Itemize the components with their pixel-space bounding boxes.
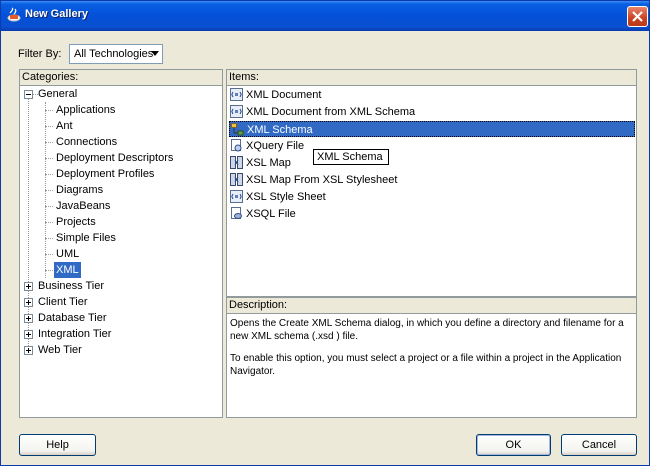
tree-item-database-tier[interactable]: Database Tier (24, 310, 108, 326)
help-button[interactable]: Help (19, 434, 96, 456)
filter-dropdown[interactable]: All Technologies (69, 44, 163, 64)
item-xsl-style-sheet[interactable]: XSL Style Sheet (229, 189, 635, 205)
tree-item-web-tier[interactable]: Web Tier (24, 342, 84, 358)
tree-item-client-tier[interactable]: Client Tier (24, 294, 90, 310)
tree-item-javabeans[interactable]: JavaBeans (45, 198, 112, 214)
xml-schema-icon (231, 123, 244, 136)
xsql-file-icon (231, 207, 242, 219)
tree-item-simple-files[interactable]: Simple Files (45, 230, 118, 246)
tree-item-general[interactable]: General (24, 86, 79, 102)
new-gallery-dialog: New Gallery Filter By: All Technologies … (0, 0, 650, 466)
xml-document-icon (230, 88, 243, 101)
xml-document-icon (230, 105, 243, 118)
xml-document-icon (230, 190, 243, 203)
expand-icon[interactable] (24, 298, 33, 307)
tree-item-business-tier[interactable]: Business Tier (24, 278, 106, 294)
ok-button[interactable]: OK (476, 434, 551, 456)
collapse-icon[interactable] (24, 90, 33, 99)
description-header: Description: (227, 298, 636, 314)
tree-item-deployment-profiles[interactable]: Deployment Profiles (45, 166, 156, 182)
tree-item-diagrams[interactable]: Diagrams (45, 182, 105, 198)
item-xquery-file[interactable]: XQuery File (229, 138, 635, 154)
item-xsl-map-from-xsl-stylesheet[interactable]: XSL Map From XSL Stylesheet (229, 172, 635, 188)
close-button[interactable] (627, 6, 648, 27)
item-xml-document-from-xml-schema[interactable]: XML Document from XML Schema (229, 104, 635, 120)
item-xsql-file[interactable]: XSQL File (229, 206, 635, 222)
expand-icon[interactable] (24, 314, 33, 323)
tree-item-xml[interactable]: XML (45, 262, 81, 278)
description-paragraph-2: To enable this option, you must select a… (230, 353, 622, 377)
window-title: New Gallery (25, 8, 88, 20)
xsl-map-icon (230, 156, 243, 169)
coffee-cup-icon (7, 7, 21, 22)
categories-tree: General Applications Ant Connections Deploy… (20, 86, 222, 417)
categories-header: Categories: (20, 70, 222, 86)
tree-item-deployment-descriptors[interactable]: Deployment Descriptors (45, 150, 175, 166)
tree-item-ant[interactable]: Ant (45, 118, 75, 134)
tree-item-integration-tier[interactable]: Integration Tier (24, 326, 113, 342)
tree-item-applications[interactable]: Applications (45, 102, 117, 118)
item-xml-schema[interactable]: XML Schema (229, 121, 635, 137)
close-icon (632, 11, 643, 22)
description-text: Opens the Create XML Schema dialog, in w… (230, 317, 632, 387)
filter-label: Filter By: (18, 48, 62, 60)
tree-item-projects[interactable]: Projects (45, 214, 98, 230)
categories-panel: Categories: General Applications Ant Conne… (19, 69, 223, 418)
description-panel: Description: Opens the Create XML Schema… (226, 297, 637, 418)
expand-icon[interactable] (24, 282, 33, 291)
xquery-file-icon (231, 139, 242, 152)
tree-item-connections[interactable]: Connections (45, 134, 119, 150)
item-xsl-map[interactable]: XSL Map (229, 155, 635, 171)
expand-icon[interactable] (24, 330, 33, 339)
tree-item-uml[interactable]: UML (45, 246, 81, 262)
items-header: Items: (227, 70, 636, 86)
xsl-map-icon (230, 173, 243, 186)
title-bar[interactable]: New Gallery (1, 1, 649, 31)
item-tooltip: XML Schema (313, 149, 389, 165)
items-list: XML Document XML Document from XML Schema… (227, 86, 636, 296)
item-xml-document[interactable]: XML Document (229, 87, 635, 103)
description-paragraph-1: Opens the Create XML Schema dialog, in w… (230, 318, 624, 342)
cancel-button[interactable]: Cancel (561, 434, 637, 456)
items-panel: Items: XML Document XML Document from XML… (226, 69, 637, 297)
chevron-down-icon (151, 51, 159, 56)
filter-value: All Technologies (74, 48, 154, 60)
expand-icon[interactable] (24, 346, 33, 355)
